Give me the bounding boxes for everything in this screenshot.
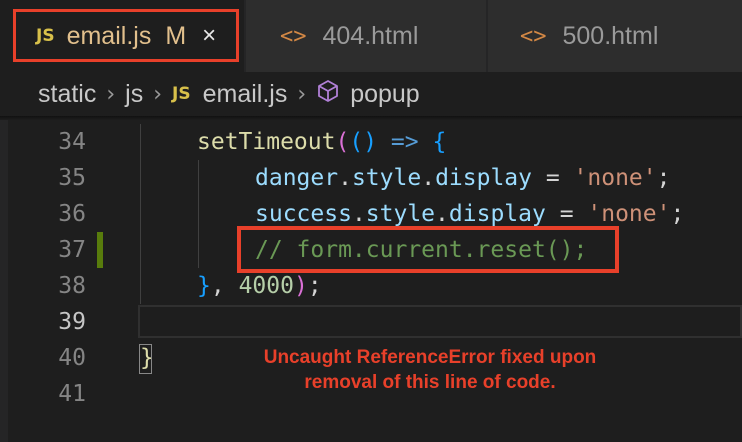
- breadcrumb: static › js › JS email.js › popup: [0, 72, 742, 116]
- annotation-text: Uncaught ReferenceError fixed upon remov…: [200, 345, 660, 395]
- breadcrumb-item-email-js[interactable]: JS email.js: [172, 80, 287, 109]
- chevron-right-icon: ›: [106, 81, 116, 107]
- html-file-icon: <>: [280, 23, 307, 49]
- code-text: success.style.display = 'none';: [255, 201, 685, 227]
- tab-highlight-outline: [13, 9, 239, 62]
- breadcrumb-item-popup[interactable]: popup: [316, 79, 420, 110]
- code-line-39[interactable]: 39: [0, 304, 742, 340]
- annotation-line-2: removal of this line of code.: [304, 372, 556, 393]
- line-number: 39: [58, 309, 86, 335]
- annotation-line-1: Uncaught ReferenceError fixed upon: [263, 347, 597, 368]
- code-text: setTimeout(() => {: [197, 129, 447, 155]
- tab-404-html[interactable]: <> 404.html: [246, 0, 486, 72]
- html-file-icon: <>: [520, 23, 547, 49]
- bracket-match-box: [139, 344, 152, 374]
- tab-500-html[interactable]: <> 500.html: [488, 0, 742, 72]
- code-line-35[interactable]: 35 danger.style.display = 'none';: [0, 160, 742, 196]
- code-highlight-outline: [237, 226, 619, 273]
- cube-icon: [316, 79, 340, 110]
- breadcrumb-label: popup: [350, 79, 420, 108]
- chevron-right-icon: ›: [297, 81, 307, 107]
- tab-bar: JS email.js M × <> 404.html <> 500.html: [0, 0, 742, 72]
- line-number: 37: [58, 237, 86, 263]
- breadcrumb-label: email.js: [202, 79, 288, 108]
- breadcrumb-item-js[interactable]: js: [125, 80, 143, 109]
- breadcrumb-item-static[interactable]: static: [38, 80, 96, 109]
- line-number: 38: [58, 273, 86, 299]
- line-number: 35: [58, 165, 86, 191]
- code-line-34[interactable]: 34 setTimeout(() => {: [0, 124, 742, 160]
- line-number: 34: [58, 129, 86, 155]
- line-number: 40: [58, 345, 86, 371]
- tab-label: 500.html: [562, 21, 659, 50]
- javascript-file-icon: JS: [172, 84, 191, 104]
- chevron-right-icon: ›: [153, 81, 163, 107]
- line-number: 41: [58, 381, 86, 407]
- code-text: }, 4000);: [197, 273, 322, 299]
- code-line-38[interactable]: 38 }, 4000);: [0, 268, 742, 304]
- code-text: danger.style.display = 'none';: [255, 165, 671, 191]
- line-number: 36: [58, 201, 86, 227]
- scroll-shadow: [0, 116, 742, 120]
- tab-label: 404.html: [322, 21, 419, 50]
